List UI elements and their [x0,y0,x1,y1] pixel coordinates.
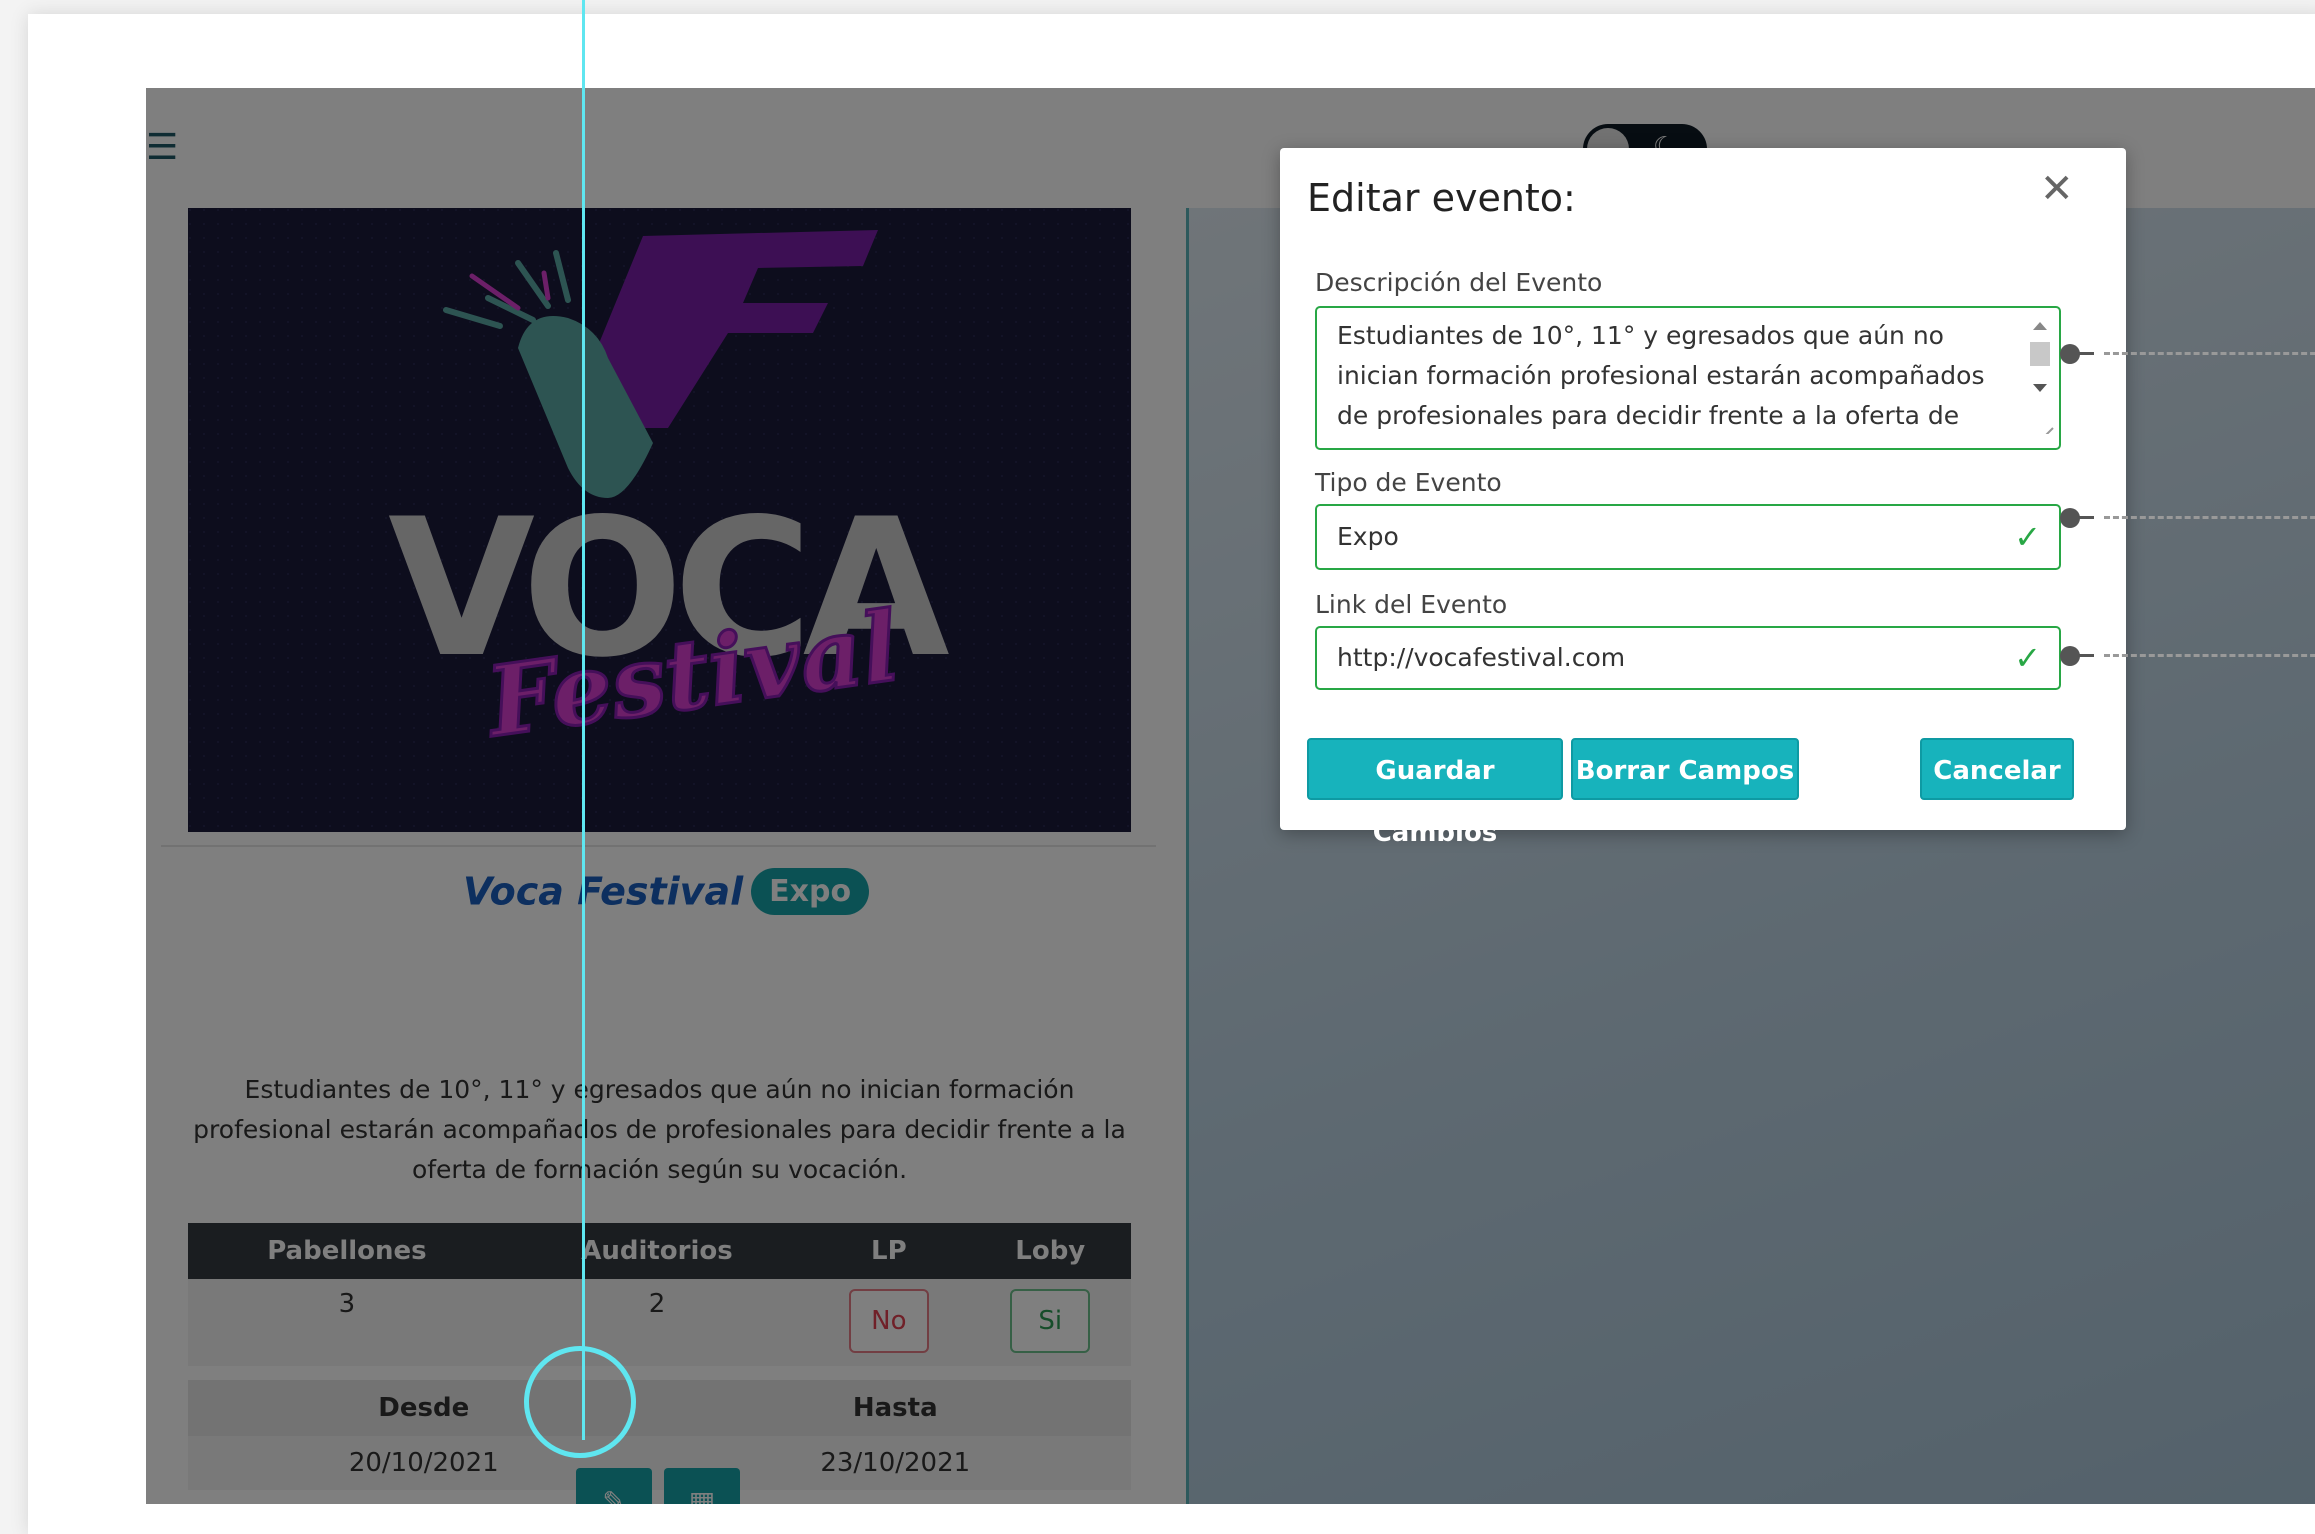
link-field[interactable]: http://vocafestival.com ✓ [1315,626,2061,690]
field-callout-marker [2060,646,2315,666]
cancel-button[interactable]: Cancelar [1920,738,2074,800]
type-value: Expo [1337,522,1399,551]
field-callout-marker [2060,344,2315,364]
link-label: Link del Evento [1315,590,1508,619]
edit-event-modal: Editar evento: ✕ Descripción del Evento … [1280,148,2126,848]
clear-fields-button[interactable]: Borrar Campos [1571,738,1799,800]
callout-dash-line [2104,352,2315,355]
annotation-highlight-circle [524,1346,636,1458]
description-text: Estudiantes de 10°, 11° y egresados que … [1337,321,1985,430]
document-sheet: ☰ ☾ [28,14,2315,1534]
callout-dot [2060,508,2080,528]
type-field[interactable]: Expo ✓ [1315,504,2061,570]
valid-check-icon: ✓ [2014,518,2041,556]
callout-dash-line [2104,516,2315,519]
valid-check-icon: ✓ [2014,639,2041,677]
callout-stub [2078,516,2094,519]
link-value: http://vocafestival.com [1337,643,1626,672]
callout-stub [2078,352,2094,355]
field-callout-marker [2060,508,2315,528]
save-changes-button[interactable]: Guardar Cambios [1307,738,1563,848]
app-screen: ☰ ☾ [146,88,2315,1504]
type-label: Tipo de Evento [1315,468,1502,497]
description-label: Descripción del Evento [1315,268,1603,297]
close-icon[interactable]: ✕ [2040,166,2074,212]
modal-title: Editar evento: [1307,176,1576,220]
description-textarea[interactable]: Estudiantes de 10°, 11° y egresados que … [1315,306,2061,450]
callout-dot [2060,344,2080,364]
callout-dash-line [2104,654,2315,657]
callout-stub [2078,654,2094,657]
annotation-guide-line [582,0,585,1440]
callout-dot [2060,646,2080,666]
textarea-scrollbar[interactable] [2025,314,2055,434]
